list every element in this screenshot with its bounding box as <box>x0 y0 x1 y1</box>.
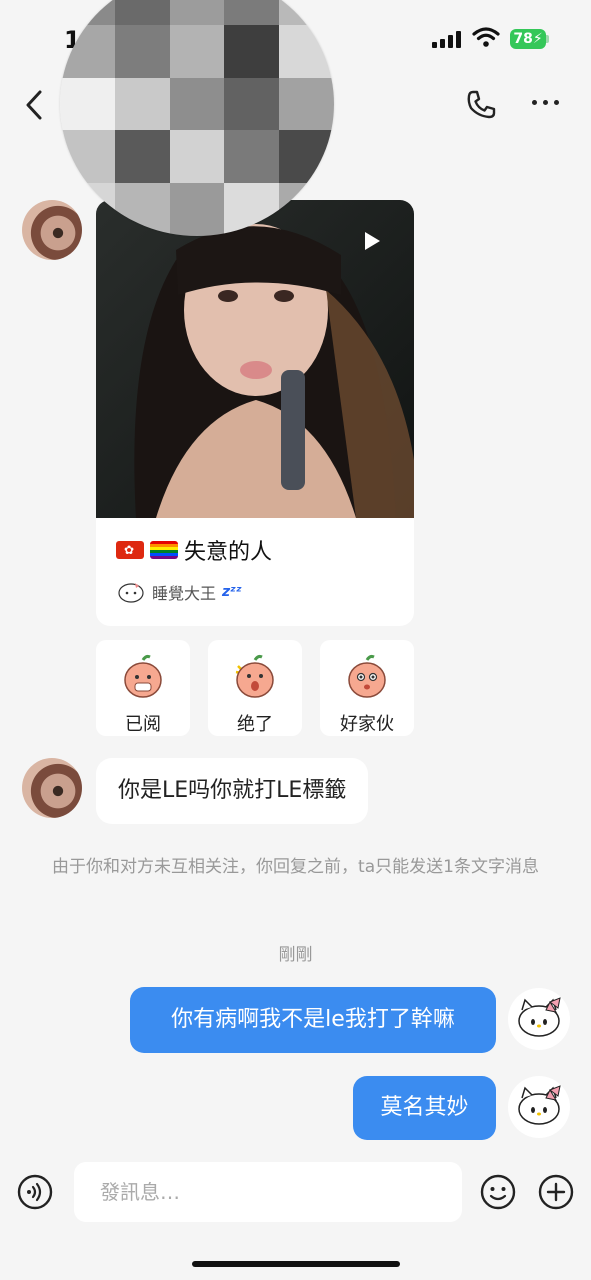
video-title: 失意的人 <box>116 534 272 566</box>
play-icon <box>365 232 380 250</box>
contact-avatar[interactable] <box>22 758 82 818</box>
incoming-message-bubble[interactable]: 你是LE吗你就打LE標籤 <box>96 758 369 824</box>
peach-amazing-icon <box>235 654 274 698</box>
more-options-icon[interactable] <box>532 100 566 110</box>
contact-avatar[interactable] <box>22 200 82 260</box>
reaction-button-read[interactable]: 已阅 <box>96 640 190 736</box>
message-input[interactable] <box>74 1162 462 1222</box>
add-attachment-icon[interactable] <box>538 1174 574 1210</box>
author-suffix: zᶻᶻ <box>222 584 242 600</box>
my-avatar[interactable] <box>508 988 570 1050</box>
phone-call-icon[interactable] <box>464 88 498 122</box>
battery-indicator: 78⚡ <box>510 29 546 49</box>
reaction-button-amazing[interactable]: 绝了 <box>208 640 302 736</box>
reaction-label: 已阅 <box>125 714 161 735</box>
hello-kitty-avatar-icon <box>518 1085 561 1125</box>
reaction-button-wow[interactable]: 好家伙 <box>320 640 414 736</box>
signal-icon <box>432 30 462 48</box>
hk-flag-icon <box>116 541 144 559</box>
video-author: 睡覺大王 zᶻᶻ <box>116 580 242 604</box>
peach-read-icon <box>124 654 162 698</box>
author-name: 睡覺大王 <box>152 584 217 603</box>
emoji-icon[interactable] <box>480 1174 516 1210</box>
shared-video-card[interactable]: 失意的人 睡覺大王 zᶻᶻ <box>96 200 414 626</box>
outgoing-message-bubble[interactable]: 你有病啊我不是le我打了幹嘛 <box>130 987 496 1053</box>
hello-kitty-avatar-icon <box>518 997 561 1037</box>
home-indicator <box>192 1261 400 1267</box>
reaction-label: 绝了 <box>237 714 273 735</box>
follow-notice: 由于你和对方未互相关注，你回复之前，ta只能发送1条文字消息 <box>52 857 539 877</box>
wifi-icon <box>472 27 500 47</box>
peach-wow-icon <box>348 654 386 698</box>
video-title-text: 失意的人 <box>184 540 273 565</box>
reaction-label: 好家伙 <box>340 714 394 735</box>
author-avatar-icon <box>118 583 144 603</box>
battery-tip <box>546 35 549 43</box>
rainbow-flag-icon <box>150 541 178 559</box>
my-avatar[interactable] <box>508 1076 570 1138</box>
message-timestamp: 剛剛 <box>278 945 313 965</box>
back-icon[interactable] <box>20 88 50 122</box>
voice-input-icon[interactable] <box>17 1174 53 1210</box>
outgoing-message-bubble[interactable]: 莫名其妙 <box>353 1076 496 1140</box>
